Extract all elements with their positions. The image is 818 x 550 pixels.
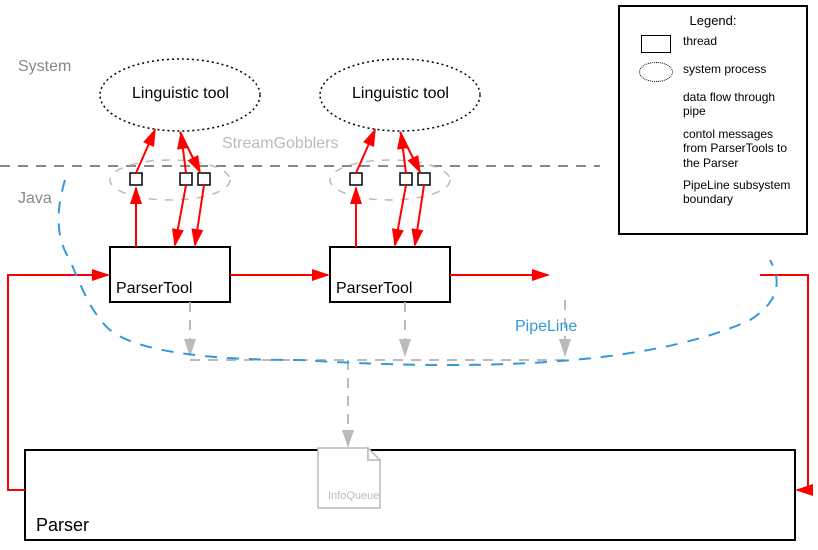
legend-row-thread: thread	[628, 34, 798, 54]
parser-label: Parser	[36, 515, 89, 536]
linguistic-tool-label-2: Linguistic tool	[352, 85, 449, 103]
linguistic-tool-label-1: Linguistic tool	[132, 85, 229, 103]
legend-row-control: contol messages from ParserTools to the …	[628, 127, 798, 170]
stream-gobblers-label: StreamGobblers	[222, 135, 339, 153]
info-queue-label: InfoQueue	[328, 490, 379, 502]
legend-control-text: contol messages from ParserTools to the …	[683, 127, 798, 170]
legend-row-dataflow: data flow through pipe	[628, 90, 798, 119]
section-system-label: System	[18, 58, 71, 76]
process-symbol-icon	[639, 62, 673, 82]
legend-title: Legend:	[628, 13, 798, 28]
legend-thread-text: thread	[683, 34, 798, 48]
legend: Legend: thread system process data flow …	[618, 5, 808, 235]
thread-symbol-icon	[641, 35, 671, 53]
pipeline-label: PipeLine	[515, 318, 577, 336]
parser-tool-label-1: ParserTool	[116, 280, 192, 298]
legend-pipeline-text: PipeLine subsystem boundary	[683, 178, 798, 207]
legend-row-pipeline: PipeLine subsystem boundary	[628, 178, 798, 207]
section-java-label: Java	[18, 190, 52, 208]
parser-tool-label-2: ParserTool	[336, 280, 412, 298]
legend-row-process: system process	[628, 62, 798, 82]
legend-dataflow-text: data flow through pipe	[683, 90, 798, 119]
legend-process-text: system process	[683, 62, 798, 76]
